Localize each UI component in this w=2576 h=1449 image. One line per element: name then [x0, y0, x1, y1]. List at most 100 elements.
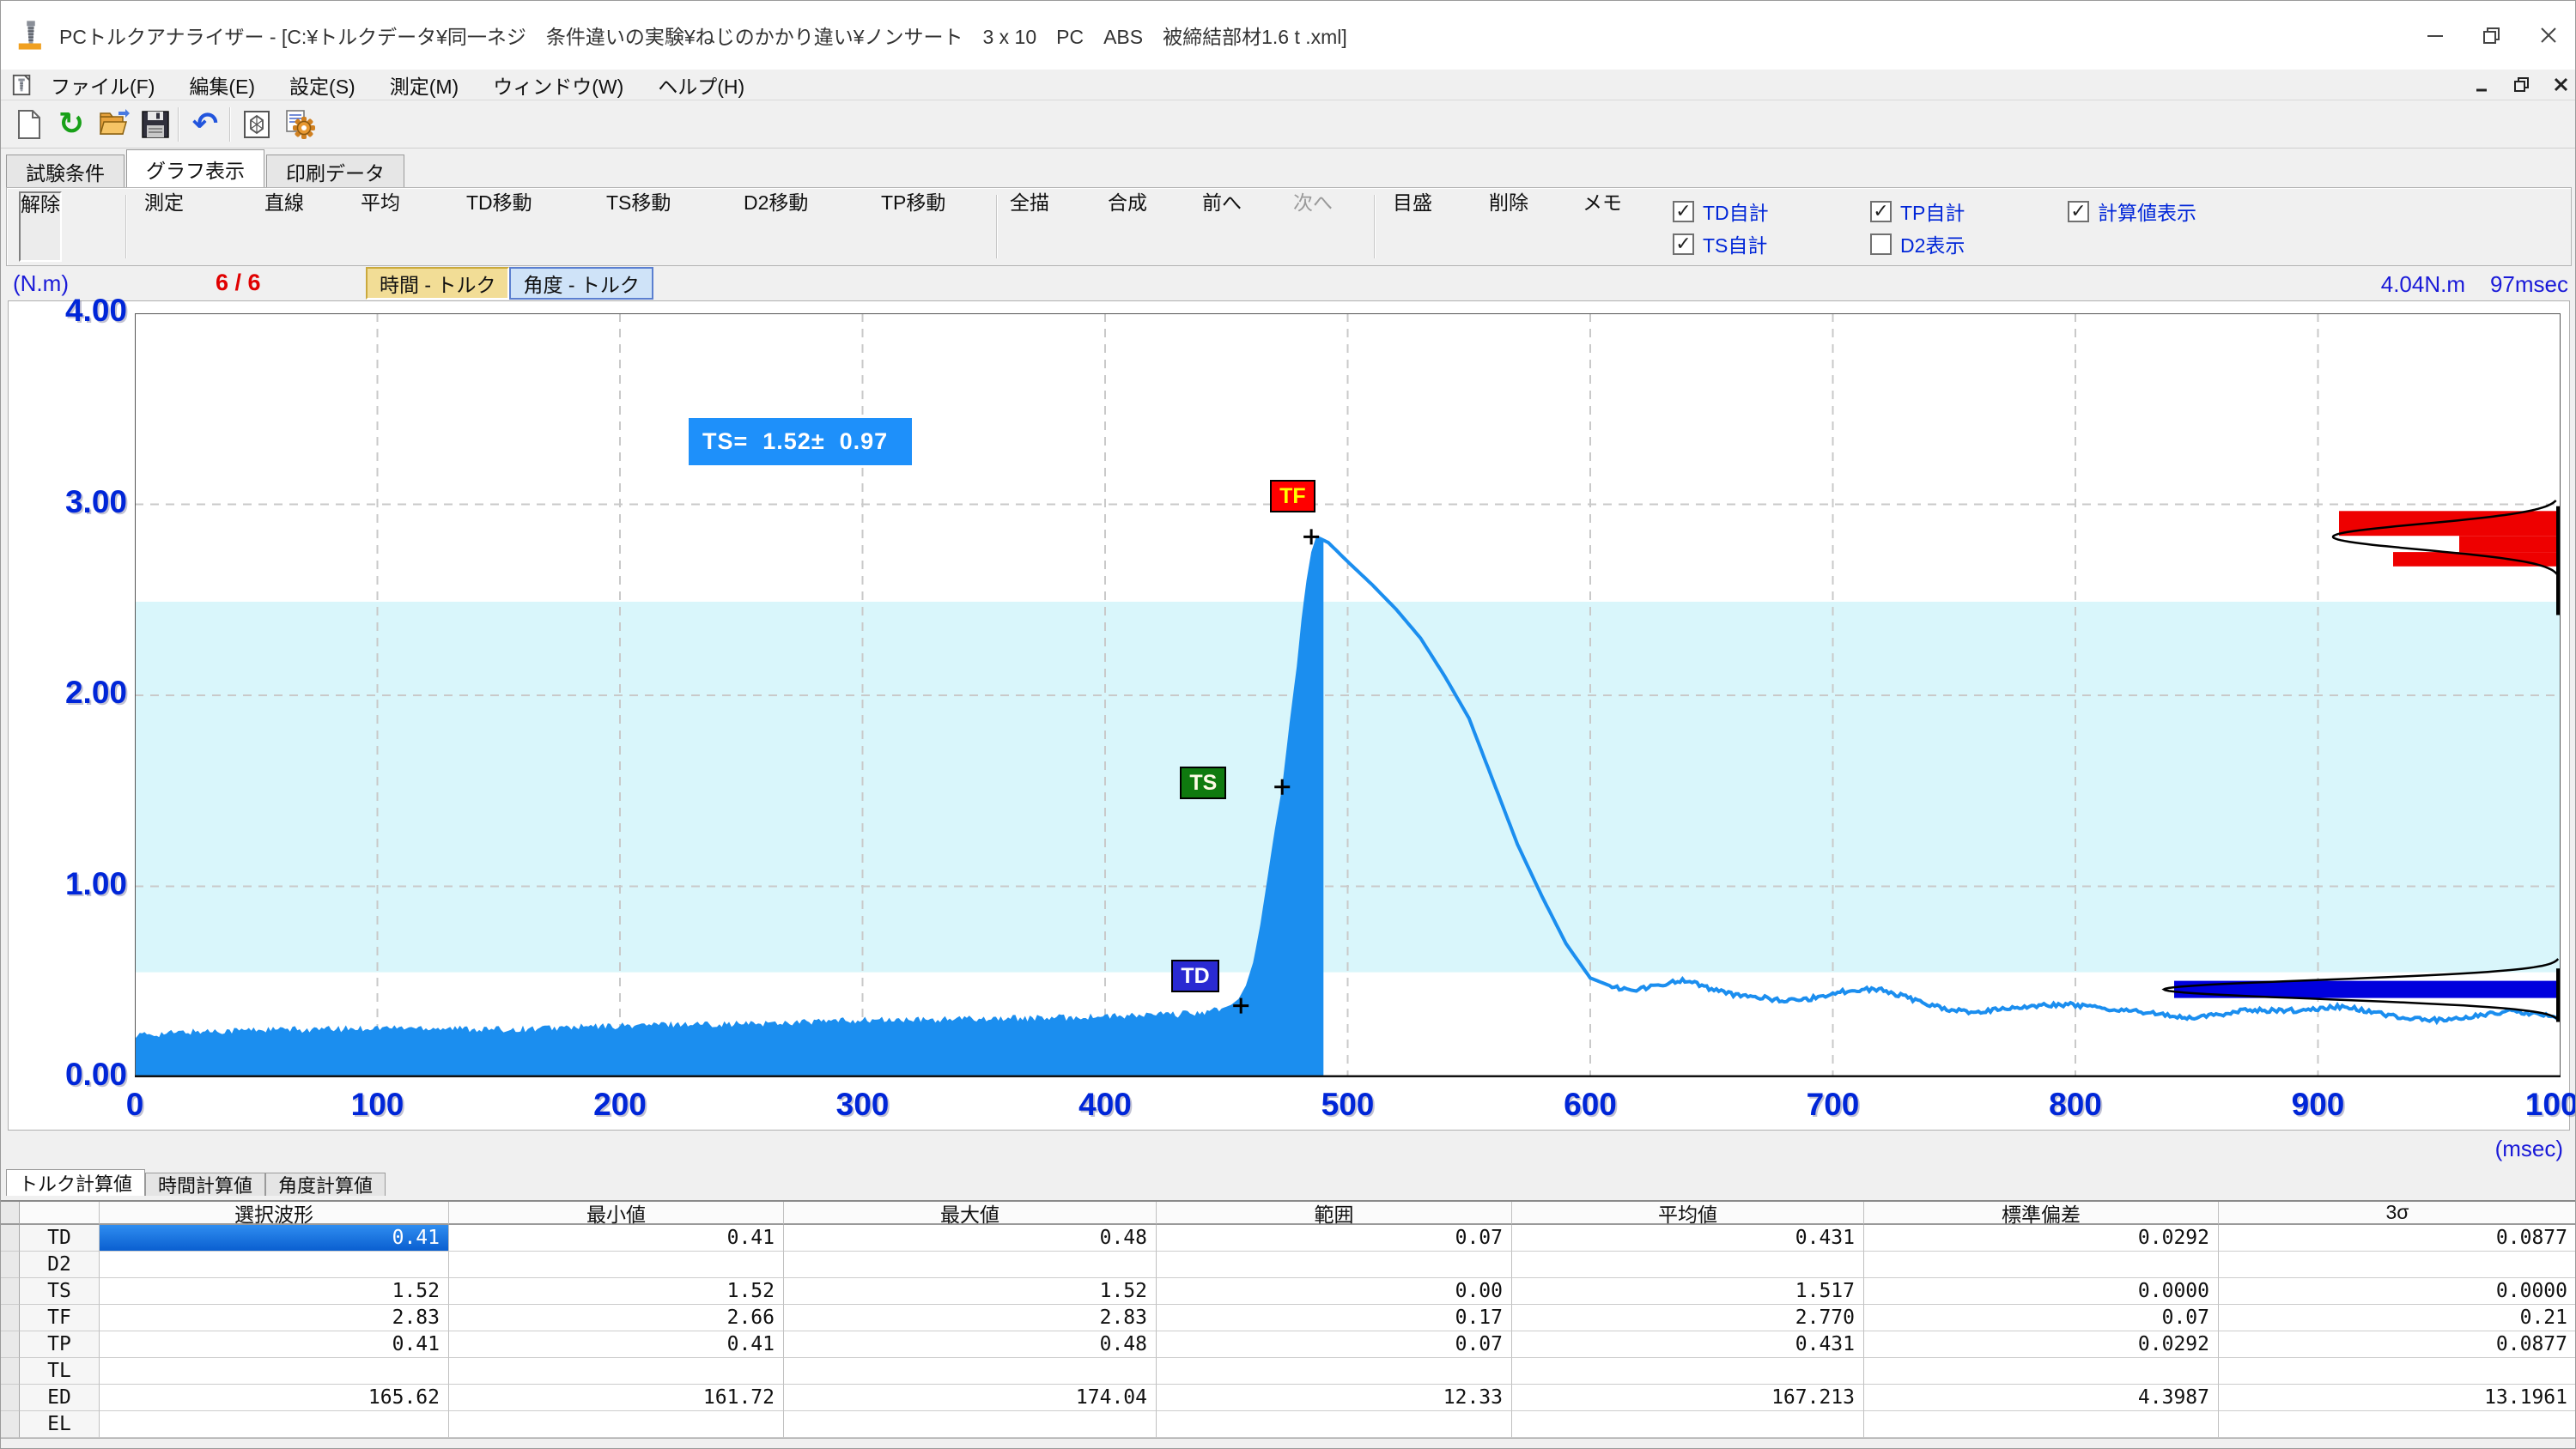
- graph-tool-memo-pencil[interactable]: メモ: [1583, 191, 1622, 262]
- graph-tool-arrow-left-blue[interactable]: 前へ: [1202, 191, 1242, 262]
- cell-TL-1[interactable]: [100, 1358, 449, 1385]
- graph-tool-clapperboard[interactable]: 測定321: [144, 191, 184, 262]
- mdi-close-icon[interactable]: [2553, 76, 2570, 94]
- cell-TF-6[interactable]: 0.07: [1864, 1305, 2219, 1331]
- cell-TF-7[interactable]: 0.21: [2219, 1305, 2576, 1331]
- checkbox-D2表示[interactable]: D2表示: [1870, 229, 2068, 258]
- cell-TP-2[interactable]: 0.41: [449, 1331, 784, 1358]
- save-floppy-button[interactable]: [137, 106, 174, 143]
- calc-tab-1[interactable]: 時間計算値: [145, 1173, 265, 1196]
- checkbox-TD自計[interactable]: ✓TD自計: [1673, 197, 1870, 226]
- menu-item-1[interactable]: 編集(E): [172, 70, 272, 100]
- menu-item-2[interactable]: 設定(S): [272, 70, 373, 100]
- cell-EL-6[interactable]: [1864, 1411, 2219, 1438]
- cell-D2-7[interactable]: [2219, 1252, 2576, 1278]
- cell-TF-5[interactable]: 2.770: [1512, 1305, 1864, 1331]
- cell-TS-4[interactable]: 0.00: [1157, 1278, 1512, 1305]
- minimize-icon[interactable]: [2407, 1, 2464, 70]
- window-box-button[interactable]: [238, 106, 276, 143]
- menu-item-5[interactable]: ヘルプ(H): [641, 70, 762, 100]
- cell-TD-1[interactable]: 0.41: [100, 1225, 449, 1252]
- menu-item-3[interactable]: 測定(M): [373, 70, 476, 100]
- cell-TD-6[interactable]: 0.0292: [1864, 1225, 2219, 1252]
- row-label-TP[interactable]: TP: [20, 1331, 100, 1358]
- cell-TP-3[interactable]: 0.48: [784, 1331, 1157, 1358]
- cell-TS-2[interactable]: 1.52: [449, 1278, 784, 1305]
- cell-TS-5[interactable]: 1.517: [1512, 1278, 1864, 1305]
- graph-tool-move-dot-green[interactable]: TS移動: [606, 191, 671, 262]
- checkbox-計算値表示[interactable]: ✓計算値表示: [2068, 197, 2291, 226]
- graph-tool-move-dot-cyan[interactable]: D2移動: [744, 191, 808, 262]
- close-icon[interactable]: [2520, 1, 2576, 70]
- cell-TL-3[interactable]: [784, 1358, 1157, 1385]
- cell-TL-7[interactable]: [2219, 1358, 2576, 1385]
- axis-toggle-1[interactable]: 角度 - トルク: [509, 267, 653, 300]
- checkbox-TS自計[interactable]: ✓TS自計: [1673, 229, 1870, 258]
- row-gutter[interactable]: [1, 1252, 20, 1278]
- cell-TP-6[interactable]: 0.0292: [1864, 1331, 2219, 1358]
- menu-item-4[interactable]: ウィンドウ(W): [476, 70, 641, 100]
- cell-TL-4[interactable]: [1157, 1358, 1512, 1385]
- graph-tool-diagonal-line[interactable]: 直線: [264, 191, 304, 262]
- calc-tab-0[interactable]: トルク計算値: [6, 1169, 145, 1196]
- graph-tool-stacked-wave-chart[interactable]: 合成: [1108, 191, 1147, 262]
- cell-TD-3[interactable]: 0.48: [784, 1225, 1157, 1252]
- cell-TD-7[interactable]: 0.0877: [2219, 1225, 2576, 1252]
- row-label-TL[interactable]: TL: [20, 1358, 100, 1385]
- cell-EL-5[interactable]: [1512, 1411, 1864, 1438]
- graph-tool-cursor-arrow[interactable]: 解除: [19, 191, 62, 262]
- open-folder-button[interactable]: [95, 106, 133, 143]
- cell-TD-2[interactable]: 0.41: [449, 1225, 784, 1252]
- new-document-button[interactable]: [9, 106, 47, 143]
- graph-tool-grid-scale[interactable]: 目盛: [1393, 191, 1432, 262]
- row-label-TF[interactable]: TF: [20, 1305, 100, 1331]
- settings-gear-button[interactable]: [281, 106, 319, 143]
- refresh-button[interactable]: ↻: [52, 106, 90, 143]
- cell-TF-1[interactable]: 2.83: [100, 1305, 449, 1331]
- TS-marker-label[interactable]: TS: [1180, 767, 1226, 799]
- cell-ED-4[interactable]: 12.33: [1157, 1385, 1512, 1411]
- cell-ED-1[interactable]: 165.62: [100, 1385, 449, 1411]
- graph-tool-move-dot-blue[interactable]: TD移動: [466, 191, 532, 262]
- cell-TS-3[interactable]: 1.52: [784, 1278, 1157, 1305]
- tab-0[interactable]: 試験条件: [6, 155, 125, 187]
- cell-D2-2[interactable]: [449, 1252, 784, 1278]
- cell-TD-4[interactable]: 0.07: [1157, 1225, 1512, 1252]
- cell-ED-7[interactable]: 13.1961: [2219, 1385, 2576, 1411]
- calc-tab-2[interactable]: 角度計算値: [265, 1173, 386, 1196]
- cell-TP-1[interactable]: 0.41: [100, 1331, 449, 1358]
- cell-TS-7[interactable]: 0.0000: [2219, 1278, 2576, 1305]
- tab-1[interactable]: グラフ表示: [126, 149, 264, 187]
- restore-icon[interactable]: [2464, 1, 2520, 70]
- cell-TS-6[interactable]: 0.0000: [1864, 1278, 2219, 1305]
- cell-TP-7[interactable]: 0.0877: [2219, 1331, 2576, 1358]
- cell-TP-5[interactable]: 0.431: [1512, 1331, 1864, 1358]
- row-gutter[interactable]: [1, 1225, 20, 1252]
- row-label-EL[interactable]: EL: [20, 1411, 100, 1438]
- cell-D2-6[interactable]: [1864, 1252, 2219, 1278]
- row-gutter[interactable]: [1, 1358, 20, 1385]
- row-label-TD[interactable]: TD: [20, 1225, 100, 1252]
- cell-EL-7[interactable]: [2219, 1411, 2576, 1438]
- cell-D2-4[interactable]: [1157, 1252, 1512, 1278]
- axis-toggle-0[interactable]: 時間 - トルク: [366, 267, 509, 300]
- cell-ED-3[interactable]: 174.04: [784, 1385, 1157, 1411]
- mdi-restore-icon[interactable]: [2513, 76, 2530, 94]
- tab-2[interactable]: 印刷データ: [266, 155, 404, 187]
- row-gutter[interactable]: [1, 1278, 20, 1305]
- cell-EL-4[interactable]: [1157, 1411, 1512, 1438]
- cell-D2-1[interactable]: [100, 1252, 449, 1278]
- graph-tool-multi-wave-chart[interactable]: 全描: [1010, 191, 1049, 262]
- cell-TS-1[interactable]: 1.52: [100, 1278, 449, 1305]
- row-label-D2[interactable]: D2: [20, 1252, 100, 1278]
- graph-tool-wave-red-box[interactable]: 平均: [361, 191, 400, 262]
- TF-marker-label[interactable]: TF: [1270, 480, 1315, 512]
- graph-tool-delete-x[interactable]: 削除: [1489, 191, 1528, 262]
- cell-ED-2[interactable]: 161.72: [449, 1385, 784, 1411]
- cell-D2-3[interactable]: [784, 1252, 1157, 1278]
- cell-ED-5[interactable]: 167.213: [1512, 1385, 1864, 1411]
- cell-EL-1[interactable]: [100, 1411, 449, 1438]
- plot-area[interactable]: TS= 1.52± 0.97 TFTSTD: [135, 313, 2561, 1077]
- checkbox-TP自計[interactable]: ✓TP自計: [1870, 197, 2068, 226]
- graph-tool-move-dot-magenta[interactable]: TP移動: [881, 191, 945, 262]
